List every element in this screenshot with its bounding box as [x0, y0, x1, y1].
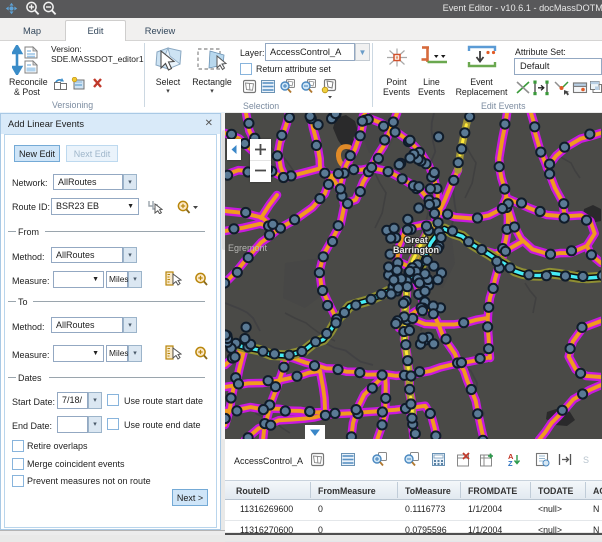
svg-text:Z: Z — [508, 459, 513, 468]
svg-text:S: S — [583, 455, 589, 465]
svg-text:Great: Great — [404, 235, 428, 245]
svg-text:Barrington: Barrington — [393, 245, 439, 255]
svg-text:Egremont: Egremont — [228, 243, 268, 253]
